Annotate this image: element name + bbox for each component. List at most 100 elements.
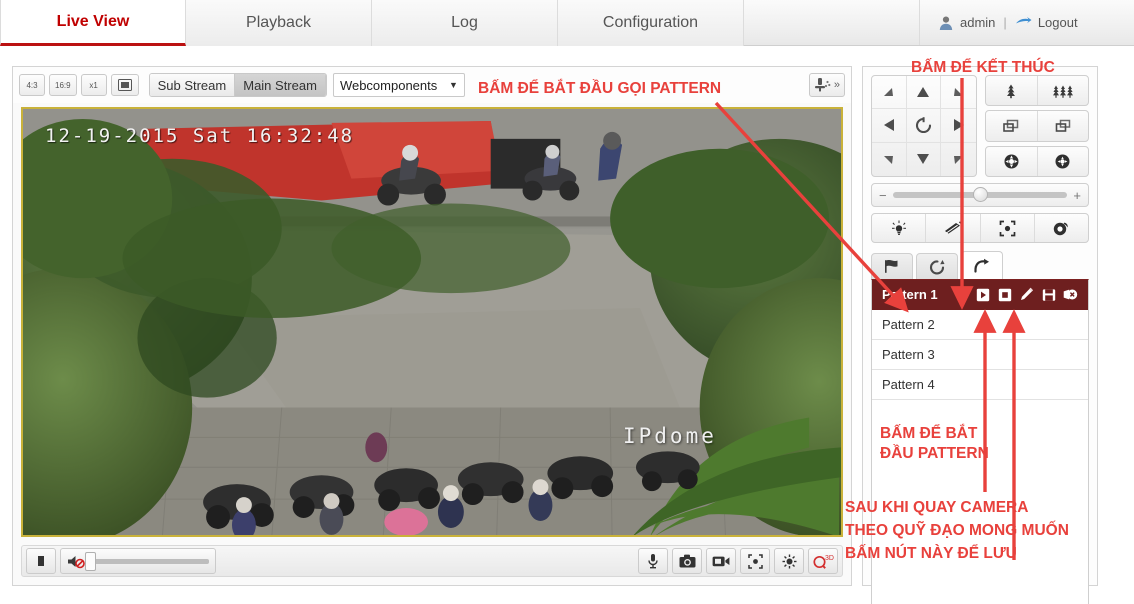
nav-spacer <box>744 0 920 45</box>
video-action-buttons: 3D <box>638 548 838 574</box>
ptz-light-button[interactable] <box>872 214 927 242</box>
username-label: admin <box>960 15 996 30</box>
ptz-panel-toggle[interactable]: » <box>808 73 845 97</box>
stop-live-view-button[interactable] <box>26 548 56 574</box>
zoom-in-icon <box>1052 85 1073 98</box>
ptz-speed-slider-thumb[interactable] <box>973 187 988 202</box>
ptz-focus-near-button[interactable] <box>986 111 1038 141</box>
pattern-row-4[interactable]: Pattern 4 <box>872 370 1088 400</box>
pattern-1-actions <box>975 287 1078 302</box>
left-arrow-icon <box>883 119 894 132</box>
aspect-ratio-4-3-button[interactable]: 4:3 <box>19 74 45 96</box>
pattern-row-1[interactable]: Pattern 1 <box>872 280 1088 310</box>
ptz-zoom-out-button[interactable] <box>986 76 1038 106</box>
patrol-tab[interactable] <box>916 253 958 279</box>
play-icon <box>976 288 989 301</box>
aspect-x1-label: x1 <box>89 80 98 90</box>
digital-zoom-icon <box>747 553 763 569</box>
svg-text:3D: 3D <box>825 555 834 562</box>
ptz-iris-open-button[interactable] <box>1038 147 1089 176</box>
tab-live-view[interactable]: Live View <box>0 0 186 46</box>
down-left-arrow-icon <box>884 155 894 164</box>
capture-snapshot-button[interactable] <box>672 548 702 574</box>
ptz-direction-pad <box>871 75 977 177</box>
ptz-focus-far-button[interactable] <box>1038 111 1089 140</box>
tab-playback[interactable]: Playback <box>186 0 372 46</box>
flag-icon <box>884 259 897 273</box>
ptz-top-row <box>871 75 1089 177</box>
pattern-3-label: Pattern 3 <box>882 347 935 362</box>
iris-close-icon <box>1004 154 1019 169</box>
pattern-row-3[interactable]: Pattern 3 <box>872 340 1088 370</box>
pattern-record-start-button[interactable] <box>1019 287 1034 302</box>
pattern-row-2[interactable]: Pattern 2 <box>872 310 1088 340</box>
stream-toolbar: 4:3 16:9 x1 Sub Stream Main Stream Webco… <box>13 67 851 103</box>
stop-icon <box>35 554 47 568</box>
video-timestamp-overlay: 12-19-2015 Sat 16:32:48 <box>45 125 355 147</box>
speaker-mute-icon[interactable] <box>67 554 85 569</box>
focus-far-icon <box>1055 119 1070 132</box>
delete-icon <box>1063 289 1078 300</box>
sub-stream-button[interactable]: Sub Stream <box>149 74 236 96</box>
ptz-zoom-in-button[interactable] <box>1038 76 1089 105</box>
ptz-up-left-button[interactable] <box>872 76 907 110</box>
tab-configuration[interactable]: Configuration <box>558 0 744 46</box>
volume-control[interactable] <box>60 548 216 574</box>
user-avatar-icon <box>938 15 954 31</box>
video-control-bar: 3D <box>21 545 843 577</box>
ptz-iris-row <box>985 145 1089 177</box>
ptz-right-button[interactable] <box>941 109 976 143</box>
main-navigation: Live View Playback Log Configuration adm… <box>0 0 1134 46</box>
ptz-down-left-button[interactable] <box>872 142 907 176</box>
logout-button[interactable]: Logout <box>1038 15 1078 30</box>
ptz-down-button[interactable] <box>907 142 942 176</box>
ptz-speed-slider[interactable] <box>892 187 1068 202</box>
aspect-ratio-16-9-button[interactable]: 16:9 <box>49 74 77 96</box>
aspect-ratio-x1-button[interactable]: x1 <box>80 74 107 96</box>
tab-log[interactable]: Log <box>372 0 558 46</box>
right-arrow-icon <box>953 119 964 132</box>
up-left-arrow-icon <box>884 87 894 96</box>
speed-decrease-label[interactable]: − <box>879 188 887 203</box>
start-recording-button[interactable] <box>706 548 736 574</box>
pattern-delete-button[interactable] <box>1063 287 1078 302</box>
ptz-auto-scan-button[interactable] <box>906 109 942 143</box>
ptz-focus-row <box>985 110 1089 142</box>
ptz-aux-bar <box>871 213 1089 243</box>
page-content: 4:3 16:9 x1 Sub Stream Main Stream Webco… <box>0 46 1134 604</box>
lens-initialization-icon <box>1053 222 1068 235</box>
main-stream-button[interactable]: Main Stream <box>235 74 326 96</box>
video-stream-view[interactable]: 12-19-2015 Sat 16:32:48 IPdome <box>21 107 843 537</box>
ptz-left-button[interactable] <box>872 109 907 143</box>
pattern-save-button[interactable] <box>1041 287 1056 302</box>
logout-arrow-icon[interactable] <box>1015 16 1032 29</box>
pattern-tab[interactable] <box>961 251 1003 279</box>
fullscreen-button[interactable] <box>110 74 139 96</box>
3d-positioning-button[interactable]: 3D <box>808 548 838 574</box>
lens-adjust-button[interactable] <box>774 548 804 574</box>
volume-slider[interactable] <box>85 551 209 571</box>
plugin-select[interactable]: Webcomponents ▼ <box>332 73 465 97</box>
preset-tab[interactable] <box>871 253 913 279</box>
expand-chevron-icon: » <box>833 79 840 91</box>
patrol-loop-icon <box>929 259 944 275</box>
ptz-auto-focus-button[interactable] <box>981 214 1035 242</box>
chevron-down-icon: ▼ <box>449 80 458 90</box>
volume-slider-thumb[interactable] <box>85 551 96 571</box>
ptz-control-icon <box>814 77 831 93</box>
ptz-lens-init-button[interactable] <box>1035 214 1088 242</box>
aspect-16-9-label: 16:9 <box>55 80 71 90</box>
ptz-up-right-button[interactable] <box>941 76 976 110</box>
ptz-wiper-button[interactable] <box>926 214 981 242</box>
audio-in-button[interactable] <box>638 548 668 574</box>
pattern-stop-button[interactable] <box>997 287 1012 302</box>
ptz-down-right-button[interactable] <box>941 143 976 176</box>
speed-increase-label[interactable]: + <box>1073 188 1081 203</box>
pattern-call-play-button[interactable] <box>975 287 990 302</box>
ptz-up-button[interactable] <box>906 76 942 110</box>
live-view-panel: 4:3 16:9 x1 Sub Stream Main Stream Webco… <box>12 66 852 586</box>
digital-zoom-button[interactable] <box>740 548 770 574</box>
ptz-iris-close-button[interactable] <box>986 146 1038 176</box>
pattern-2-label: Pattern 2 <box>882 317 935 332</box>
ptz-control-panel: − + Pattern 1 Pattern 2 Pattern 3 Patter… <box>862 66 1098 604</box>
